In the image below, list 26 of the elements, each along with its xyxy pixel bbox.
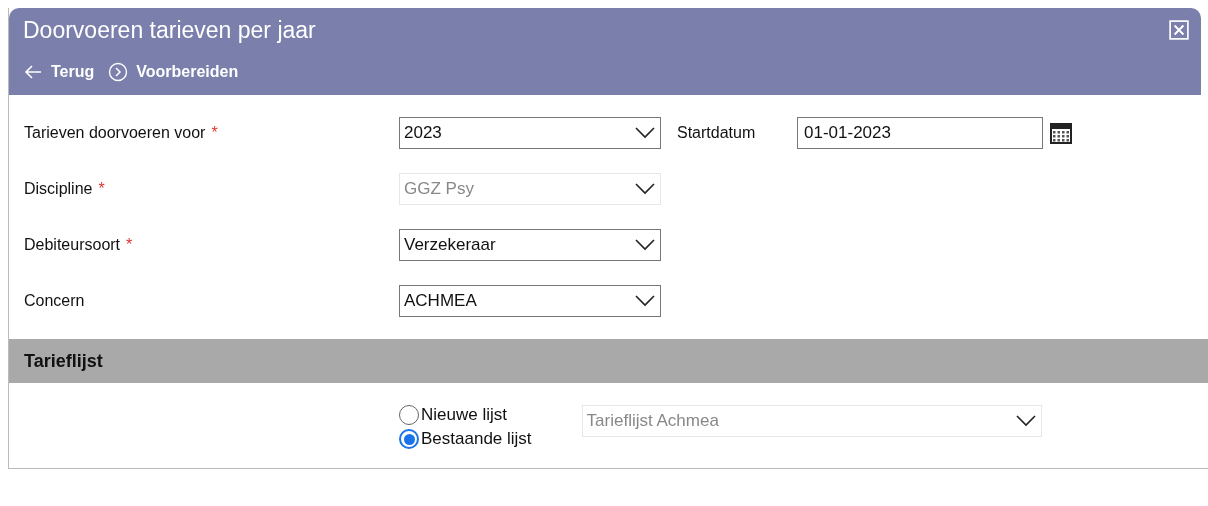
radio-option[interactable]: Nieuwe lijst: [399, 405, 532, 425]
caret-icon: [634, 126, 656, 140]
calendar-icon[interactable]: [1049, 121, 1073, 145]
required-mark: *: [98, 180, 105, 198]
dropdown-field[interactable]: 2023: [399, 117, 661, 149]
field-label: Startdatum: [677, 124, 757, 142]
field-label: Tarieven doorvoeren voor: [24, 124, 206, 142]
section-title: Tarieflijst: [24, 350, 103, 372]
caret-icon: [634, 294, 656, 308]
field-label: Discipline: [24, 180, 93, 198]
field-label: Debiteursoort: [24, 236, 121, 254]
close-icon[interactable]: [1169, 20, 1189, 40]
required-mark: *: [126, 236, 133, 254]
toolbar-link[interactable]: Terug: [23, 62, 95, 82]
toolbar-link[interactable]: Voorbereiden: [108, 62, 239, 82]
dropdown-field[interactable]: Verzekeraar: [399, 229, 661, 261]
chevron-circle-icon: [108, 62, 129, 82]
radio-option[interactable]: Bestaande lijst: [399, 429, 532, 449]
field-label: Concern: [24, 292, 85, 310]
window-title: Doorvoeren tarieven per jaar: [23, 16, 316, 44]
caret-icon: [1014, 414, 1037, 428]
required-mark: *: [211, 124, 218, 142]
caret-icon: [634, 182, 656, 196]
dropdown-field[interactable]: ACHMEA: [399, 285, 661, 317]
date-field[interactable]: 01-01-2023: [797, 117, 1043, 149]
caret-icon: [634, 238, 656, 252]
